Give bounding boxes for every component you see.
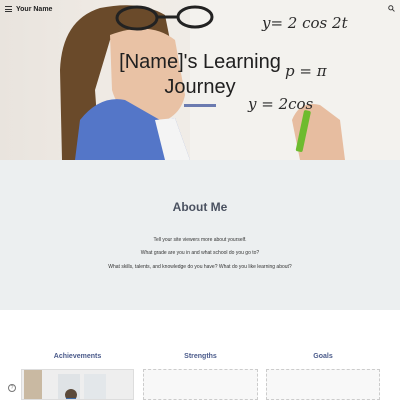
strengths-placeholder[interactable]: [143, 369, 258, 400]
achievements-image[interactable]: [21, 369, 134, 400]
page-title: [Name]'s Learning Journey: [0, 50, 400, 100]
search-icon[interactable]: [388, 5, 395, 12]
about-text-line: What grade are you in and what school do…: [140, 250, 260, 256]
site-name[interactable]: Your Name: [16, 6, 52, 13]
about-section: About Me Tell your site viewers more abo…: [0, 160, 400, 310]
hero-banner: y= 2 cos 2t p = π y = 2cos [Name]'s Lear…: [0, 0, 400, 160]
achievements-heading: Achievements: [53, 353, 102, 360]
strengths-heading: Strengths: [184, 353, 217, 360]
goals-heading: Goals: [313, 353, 333, 360]
about-text-line: Tell your site viewers more about yourse…: [153, 237, 247, 243]
page-title-line-2: Journey: [164, 76, 236, 98]
goals-placeholder[interactable]: [266, 369, 380, 400]
achievements-photo: [22, 370, 133, 399]
menu-icon[interactable]: [5, 6, 12, 12]
help-icon[interactable]: ?: [8, 384, 16, 392]
about-heading: About Me: [172, 200, 228, 214]
about-text-line: What skills, talents, and knowledge do y…: [108, 264, 292, 270]
title-underline: [184, 104, 216, 107]
page-title-line-1: [Name]'s Learning: [119, 51, 281, 73]
top-bar: Your Name: [0, 0, 400, 18]
